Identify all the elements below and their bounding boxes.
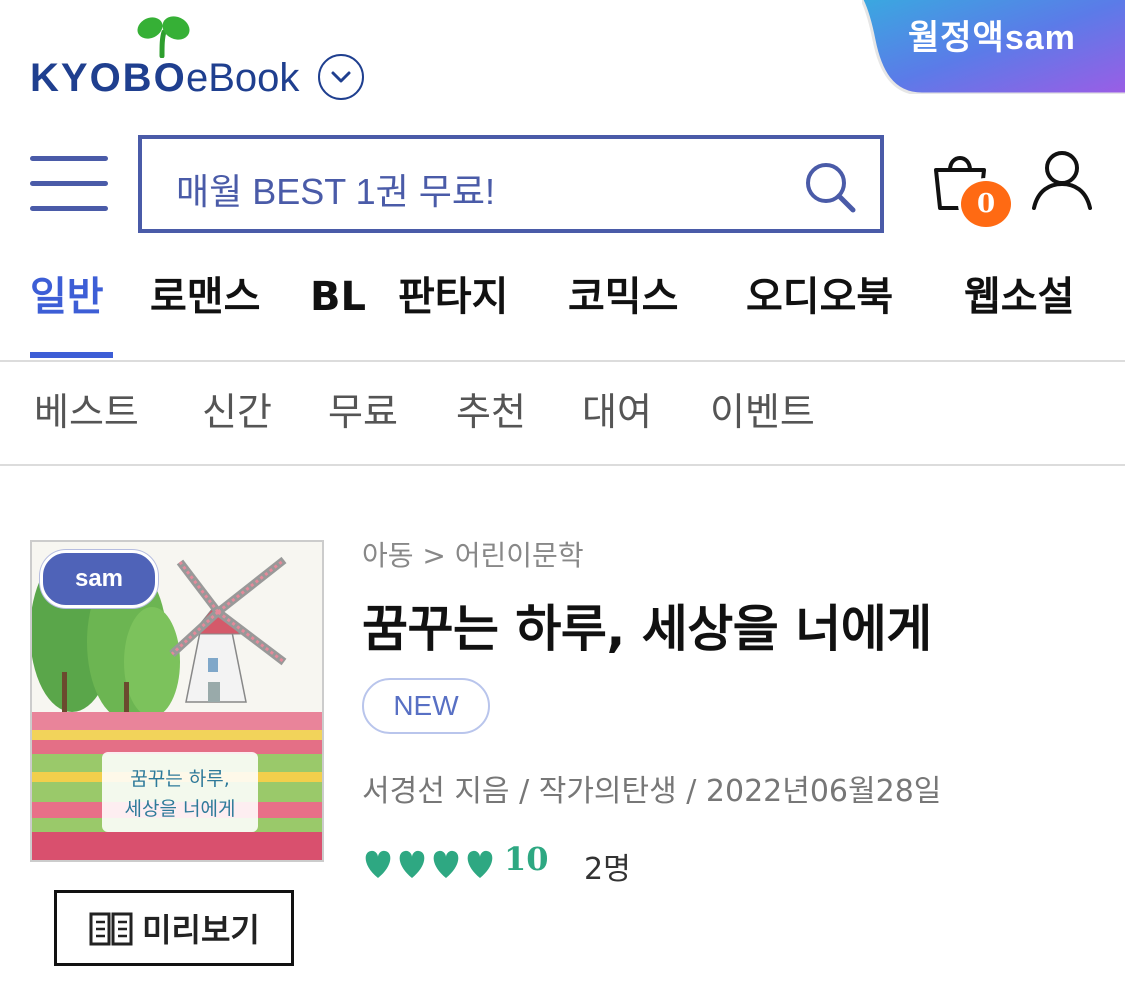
promo-label: 월정액sam bbox=[908, 19, 1076, 57]
subscription-promo-button[interactable]: 월정액sam bbox=[862, 0, 1125, 94]
subtab-event[interactable]: 이벤트 bbox=[710, 386, 815, 438]
logo-dropdown-button[interactable] bbox=[318, 54, 364, 100]
heart-icon bbox=[399, 850, 425, 878]
logo-ebook-text[interactable]: eBook bbox=[186, 56, 299, 100]
category-breadcrumb[interactable]: 아동 > 어린이문학 bbox=[362, 534, 584, 574]
logo-kyobo-text[interactable]: KYOBO bbox=[30, 56, 187, 100]
search-placeholder: 매월 BEST 1권 무료! bbox=[176, 171, 496, 212]
preview-button[interactable]: 미리보기 bbox=[54, 890, 294, 966]
menu-icon[interactable] bbox=[30, 154, 108, 214]
search-icon[interactable] bbox=[804, 161, 856, 213]
sam-badge: sam bbox=[40, 550, 158, 608]
tab-webnovel[interactable]: 웹소설 bbox=[964, 270, 1074, 324]
tab-bl[interactable]: BL bbox=[310, 270, 366, 324]
rating-score: 10 bbox=[504, 840, 549, 878]
heart-icon bbox=[467, 850, 493, 878]
divider bbox=[0, 360, 1125, 362]
new-badge: NEW bbox=[362, 678, 490, 734]
chevron-down-icon bbox=[331, 71, 351, 83]
preview-label: 미리보기 bbox=[142, 911, 260, 949]
heart-icon bbox=[365, 850, 391, 878]
tab-general[interactable]: 일반 bbox=[30, 270, 104, 324]
cover-title-line2: 세상을 너에게 bbox=[124, 798, 236, 820]
book-open-icon bbox=[89, 912, 133, 946]
cart-count-badge: 0 bbox=[958, 178, 1014, 230]
tab-fantasy[interactable]: 판타지 bbox=[398, 270, 508, 324]
user-icon[interactable] bbox=[1030, 150, 1094, 210]
book-cover[interactable]: sam 꿈꾸는 하루, 세상을 너에게 bbox=[30, 540, 324, 862]
subtab-best[interactable]: 베스트 bbox=[34, 386, 139, 438]
kyobo-sprout-logo bbox=[137, 16, 190, 58]
subtab-new[interactable]: 신간 bbox=[202, 386, 272, 438]
reviewer-count: 2명 bbox=[584, 852, 631, 887]
book-meta: 서경선 지음 / 작가의탄생 / 2022년06월28일 bbox=[362, 774, 942, 809]
active-tab-indicator bbox=[30, 352, 113, 358]
divider bbox=[0, 464, 1125, 466]
heart-icon bbox=[433, 850, 459, 878]
tab-comics[interactable]: 코믹스 bbox=[568, 270, 678, 324]
subtab-rental[interactable]: 대여 bbox=[582, 386, 652, 438]
cover-title-panel: 꿈꾸는 하루, 세상을 너에게 bbox=[102, 752, 258, 832]
subtab-recommend[interactable]: 추천 bbox=[456, 386, 526, 438]
tab-audiobook[interactable]: 오디오북 bbox=[746, 270, 893, 324]
tab-romance[interactable]: 로맨스 bbox=[150, 270, 260, 324]
rating-hearts bbox=[365, 850, 493, 878]
search-input[interactable]: 매월 BEST 1권 무료! bbox=[138, 135, 884, 233]
cover-title-line1: 꿈꾸는 하루, bbox=[130, 768, 230, 790]
book-title: 꿈꾸는 하루, 세상을 너에게 bbox=[362, 600, 932, 658]
subtab-free[interactable]: 무료 bbox=[328, 386, 398, 438]
